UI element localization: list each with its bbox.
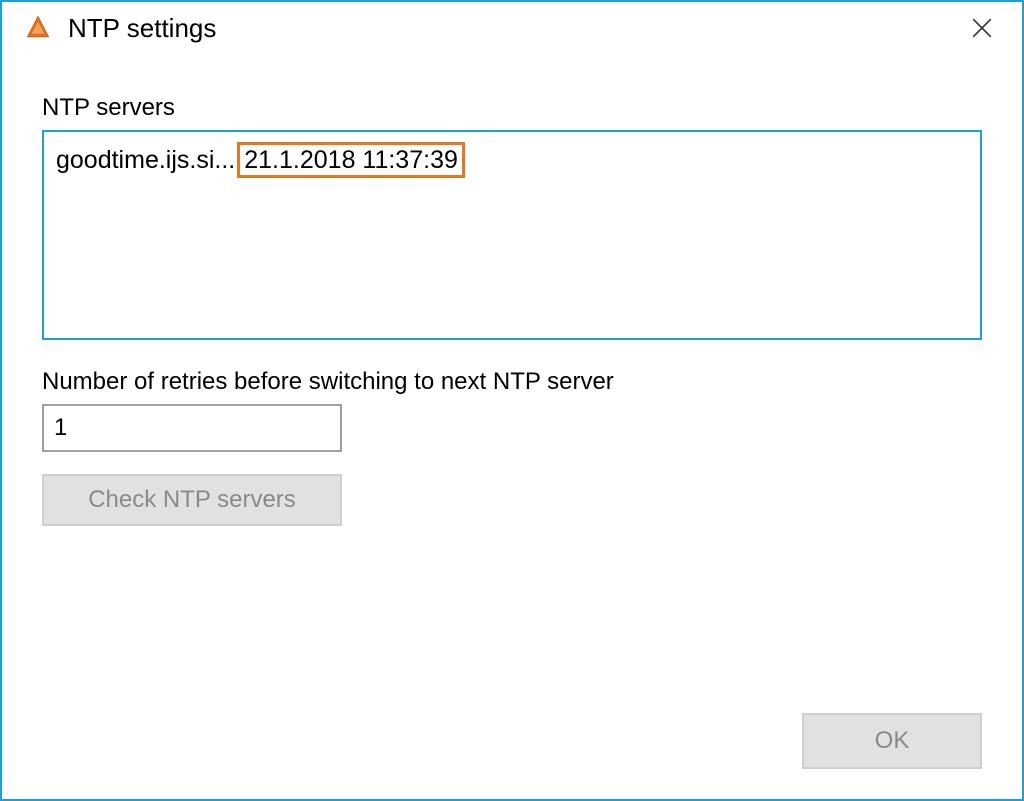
titlebar: NTP settings: [2, 2, 1022, 54]
app-icon: [24, 14, 52, 42]
close-icon: [971, 17, 993, 39]
retries-label: Number of retries before switching to ne…: [42, 368, 982, 396]
server-name: goodtime.ijs.si...: [56, 143, 235, 178]
retries-input[interactable]: [42, 404, 342, 452]
content-area: NTP servers goodtime.ijs.si... 21.1.2018…: [2, 54, 1022, 799]
list-item[interactable]: goodtime.ijs.si... 21.1.2018 11:37:39: [56, 142, 968, 178]
ntp-servers-list[interactable]: goodtime.ijs.si... 21.1.2018 11:37:39: [42, 130, 982, 340]
ntp-settings-window: NTP settings NTP servers goodtime.ijs.si…: [0, 0, 1024, 801]
close-button[interactable]: [958, 4, 1006, 52]
ok-button[interactable]: OK: [802, 713, 982, 769]
check-ntp-button[interactable]: Check NTP servers: [42, 474, 342, 526]
window-title: NTP settings: [68, 13, 958, 44]
ntp-servers-label: NTP servers: [42, 94, 982, 122]
server-timestamp: 21.1.2018 11:37:39: [237, 142, 465, 178]
